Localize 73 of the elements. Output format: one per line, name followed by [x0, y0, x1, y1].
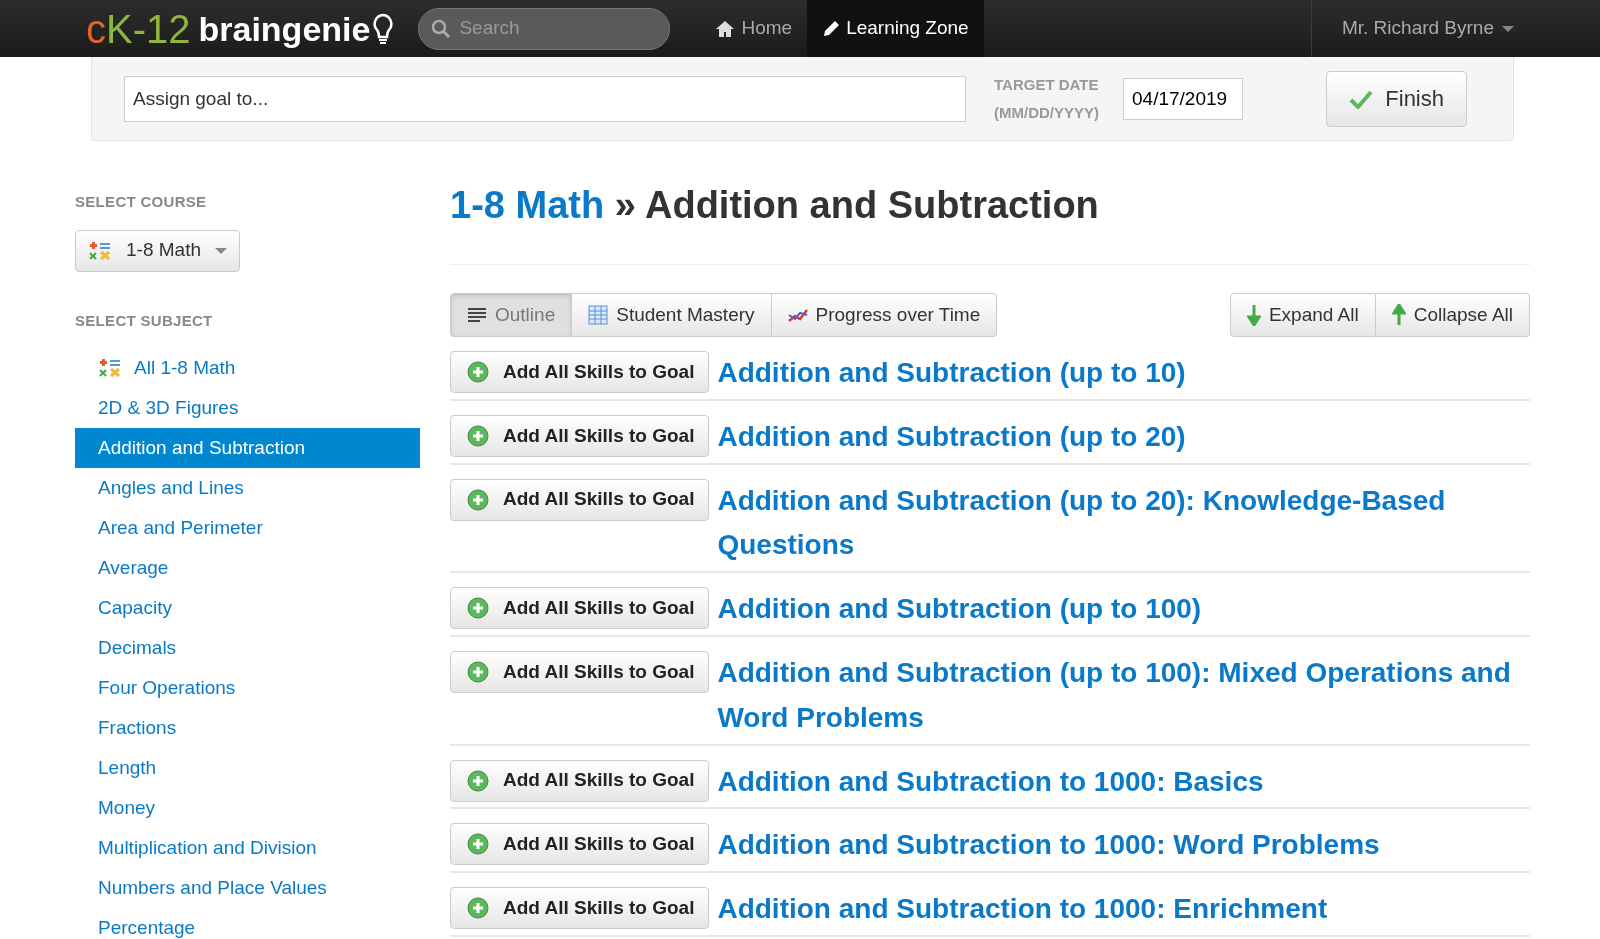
logo-text: braingenie: [198, 11, 371, 46]
section-heading: SELECT SUBJECT: [75, 310, 214, 331]
add-skills-button[interactable]: Add All Skills to Goal: [450, 478, 710, 521]
collapse-button[interactable]: Collapse All: [1375, 293, 1530, 337]
shapes-icon: [88, 240, 112, 261]
section-heading: SELECT COURSE: [75, 192, 208, 212]
subject-item[interactable]: Average: [75, 548, 420, 588]
input-field[interactable]: Assign goal to...: [124, 75, 966, 122]
topic-link[interactable]: Addition and Subtraction (up to 100): [717, 587, 1202, 632]
subject-item[interactable]: Four Operations: [75, 668, 420, 708]
view-tab[interactable]: Progress over Time: [771, 293, 998, 337]
add-skills-button[interactable]: Add All Skills to Goal: [450, 759, 710, 802]
plus-icon: [467, 361, 489, 383]
subject-item[interactable]: Angles and Lines: [75, 468, 420, 508]
table-icon: [588, 305, 609, 325]
add-skills-button[interactable]: Add All Skills to Goal: [450, 351, 710, 393]
search-field[interactable]: Search: [457, 13, 658, 44]
topic-link[interactable]: Addition and Subtraction to 1000: Basics: [717, 759, 1264, 805]
logo-text: c: [86, 8, 106, 49]
add-skills-button[interactable]: Add All Skills to Goal: [450, 823, 710, 866]
topic-link[interactable]: Addition and Subtraction (up to 10): [717, 351, 1186, 396]
home-icon: [715, 19, 736, 38]
topic-link[interactable]: Addition and Subtraction to 1000: Enrichment: [717, 887, 1328, 932]
lines-icon: [467, 305, 487, 325]
plus-icon: [467, 424, 489, 447]
pencil-icon: [822, 19, 841, 38]
subject-item[interactable]: Fractions: [75, 708, 420, 748]
add-skills-button[interactable]: Add All Skills to Goal: [450, 414, 710, 457]
subject-item[interactable]: All 1-8 Math: [75, 348, 420, 388]
finish-button[interactable]: Finish: [1326, 70, 1467, 127]
view-tab[interactable]: Student Mastery: [572, 293, 772, 337]
breadcrumb-link[interactable]: 1-8 Math: [450, 184, 605, 226]
topic-link[interactable]: Addition and Subtraction (up to 20): Knowledge-Based Questions: [717, 478, 1530, 569]
caret-icon: [1502, 25, 1514, 32]
subject-item[interactable]: Decimals: [75, 628, 420, 668]
down-arrow-icon: [1246, 304, 1261, 326]
subject-item[interactable]: Multiplication and Division: [75, 828, 420, 868]
date-field[interactable]: 04/17/2019: [1123, 77, 1243, 120]
subject-item[interactable]: Area and Perimeter: [75, 508, 420, 548]
subject-item[interactable]: 2D & 3D Figures: [75, 388, 420, 428]
up-arrow-icon: [1391, 304, 1406, 326]
subject-item[interactable]: Percentage: [75, 908, 420, 939]
page-title: » Addition and Subtraction: [613, 184, 1099, 226]
caret-icon: [215, 247, 227, 254]
add-skills-button[interactable]: Add All Skills to Goal: [450, 587, 710, 630]
subject-item[interactable]: Capacity: [75, 588, 420, 628]
plus-icon: [467, 769, 489, 792]
nav-link[interactable]: Learning Zone: [807, 0, 984, 57]
plus-icon: [467, 833, 489, 856]
search-box[interactable]: Search: [418, 7, 671, 50]
shapes-icon: [98, 358, 122, 378]
subject-item[interactable]: Numbers and Place Values: [75, 868, 420, 908]
subject-item[interactable]: Addition and Subtraction: [75, 428, 420, 468]
course-dropdown[interactable]: 1-8 Math: [75, 229, 240, 272]
field-label: (MM/DD/YYYY): [994, 102, 1099, 123]
check-icon: [1349, 88, 1374, 109]
plus-icon: [467, 897, 489, 920]
nav-link[interactable]: Home: [700, 0, 808, 57]
plus-icon: [467, 597, 489, 620]
plus-icon: [467, 488, 489, 511]
subject-item[interactable]: Length: [75, 748, 420, 788]
add-skills-button[interactable]: Add All Skills to Goal: [450, 651, 710, 693]
topic-link[interactable]: Addition and Subtraction (up to 100): Mixed Operations and Word Problems: [717, 651, 1530, 741]
search-icon: [431, 18, 452, 39]
view-tab[interactable]: Outline: [450, 293, 573, 337]
subject-item[interactable]: Money: [75, 788, 420, 828]
expand-button[interactable]: Expand All: [1229, 293, 1376, 337]
field-label: TARGET DATE: [994, 74, 1099, 95]
logo-text: K-12: [106, 8, 191, 49]
add-skills-button[interactable]: Add All Skills to Goal: [450, 887, 710, 930]
topic-link[interactable]: Addition and Subtraction to 1000: Word Problems: [717, 823, 1380, 869]
plus-icon: [467, 661, 489, 683]
topic-link[interactable]: Addition and Subtraction (up to 20): [717, 414, 1186, 460]
